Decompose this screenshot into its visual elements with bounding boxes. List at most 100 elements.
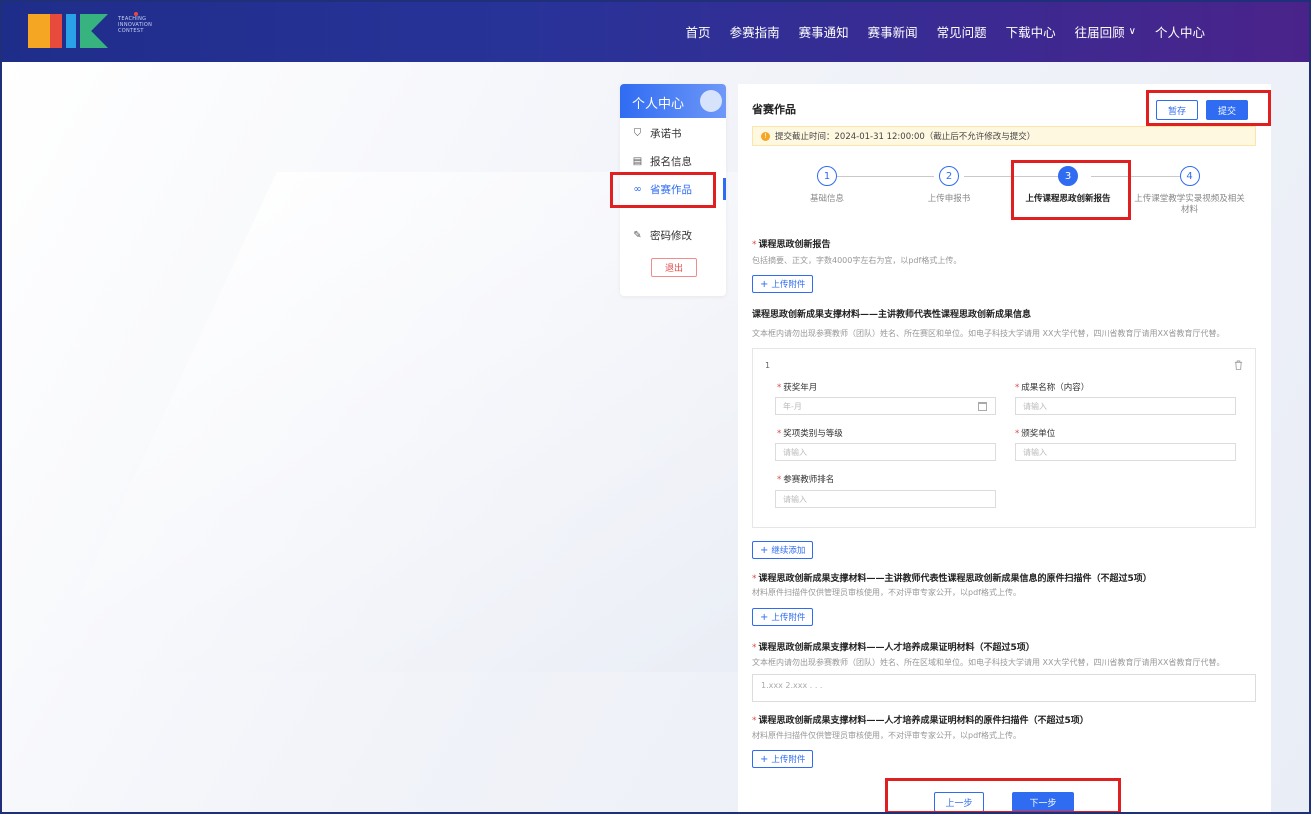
avatar[interactable] [700, 90, 722, 112]
section-innovation-report-desc: 包括摘要、正文，字数4000字左右为宜，以pdf格式上传。 [752, 256, 962, 265]
step-3[interactable]: 3 上传课程思政创新报告 [1013, 166, 1123, 205]
add-more-button[interactable]: + 继续添加 [752, 541, 814, 559]
edit-icon: ✎ [633, 229, 642, 241]
achievement-name-input[interactable]: 请输入 [1015, 397, 1236, 415]
nav-news[interactable]: 赛事新闻 [868, 22, 918, 41]
nav-home[interactable]: 首页 [686, 22, 711, 41]
section-title-text: 课程思政创新成果支撑材料——人才培养成果证明材料的原件扫描件（不超过5项） [758, 716, 1089, 726]
nav-review[interactable]: 往届回顾 ∨ [1075, 22, 1136, 41]
step-number: 1 [817, 166, 837, 186]
upload-report-button[interactable]: + 上传附件 [752, 275, 814, 293]
save-draft-button[interactable]: 暂存 [1156, 100, 1198, 120]
date-placeholder: 年-月 [783, 401, 802, 411]
plus-icon: + [760, 753, 769, 765]
teacher-rank-label: * 参赛教师排名 [777, 473, 834, 485]
notice-text: 提交截止时间：2024-01-31 12:00:00（截止后不允许修改与提交） [775, 132, 1036, 142]
prev-step-button[interactable]: 上一步 [934, 792, 984, 812]
step-number: 2 [939, 166, 959, 186]
logout-button[interactable]: 退出 [651, 258, 697, 277]
sidebar-item-label: 承诺书 [650, 127, 682, 140]
item-index: 1 [765, 361, 771, 370]
required-marker: * [752, 574, 757, 584]
active-indicator [723, 178, 726, 200]
logo-block-orange [28, 14, 50, 48]
upload-talent-scan-button[interactable]: + 上传附件 [752, 750, 814, 768]
nav-guide[interactable]: 参赛指南 [730, 22, 780, 41]
sidebar-item-pledge[interactable]: ⛉ 承诺书 [620, 122, 726, 144]
sidebar-item-label: 密码修改 [650, 229, 692, 242]
issuer-label: * 颁奖单位 [1015, 427, 1055, 439]
nav-faq[interactable]: 常见问题 [937, 22, 987, 41]
sidebar-item-label: 省赛作品 [650, 183, 692, 196]
sidebar-header: 个人中心 [620, 84, 726, 118]
nav-notice[interactable]: 赛事通知 [799, 22, 849, 41]
nav-review-label: 往届回顾 [1074, 24, 1125, 40]
plus-icon: + [760, 544, 769, 556]
section-talent-scan-title: * 课程思政创新成果支撑材料——人才培养成果证明材料的原件扫描件（不超过5项） [752, 713, 1089, 726]
section-title-text: 课程思政创新报告 [758, 240, 831, 250]
plus-icon: + [760, 278, 769, 290]
section-talent-proof-title: * 课程思政创新成果支撑材料——人才培养成果证明材料（不超过5项） [752, 640, 1035, 653]
main-panel: 省赛作品 暂存 提交 ! 提交截止时间：2024-01-31 12:00:00（… [738, 84, 1271, 814]
sidebar-item-registration[interactable]: ▤ 报名信息 [620, 150, 726, 172]
info-icon: ! [761, 131, 770, 141]
deadline-notice: ! 提交截止时间：2024-01-31 12:00:00（截止后不允许修改与提交… [752, 126, 1256, 146]
nav-personal-center[interactable]: 个人中心 [1155, 22, 1205, 41]
logo-block-blue [66, 14, 76, 48]
award-type-label: * 奖项类别与等级 [777, 427, 843, 439]
section-achievement-info-title: 课程思政创新成果支撑材料——主讲教师代表性课程思政创新成果信息 [752, 307, 1031, 320]
nav-downloads[interactable]: 下载中心 [1006, 22, 1056, 41]
calendar-icon [978, 402, 987, 411]
step-number: 3 [1058, 166, 1078, 186]
step-number: 4 [1179, 166, 1200, 186]
step-label: 上传申报书 [927, 194, 971, 204]
required-marker: * [1015, 383, 1020, 393]
section-title-text: 课程思政创新成果支撑材料——主讲教师代表性课程思政创新成果信息 [752, 310, 1032, 320]
required-marker: * [752, 240, 757, 250]
logo-text: TEACHING INNOVATION CONTEST [118, 16, 153, 34]
section-achievement-scan-desc: 材料原件扫描件仅供管理员审核使用，不对评审专家公开，以pdf格式上传。 [752, 588, 1021, 597]
site-logo[interactable]: TEACHING INNOVATION CONTEST [28, 12, 152, 48]
section-achievement-scan-title: * 课程思政创新成果支撑材料——主讲教师代表性课程思政创新成果信息的原件扫描件（不… [752, 571, 1152, 584]
section-innovation-report-title: * 课程思政创新报告 [752, 237, 831, 250]
field-label-text: 获奖年月 [783, 383, 818, 393]
section-title-text: 课程思政创新成果支撑材料——主讲教师代表性课程思政创新成果信息的原件扫描件（不超… [758, 574, 1152, 584]
next-step-button[interactable]: 下一步 [1012, 792, 1074, 812]
step-4[interactable]: 4 上传课堂教学实录视频及相关材料 [1132, 166, 1247, 216]
section-achievement-info-desc: 文本框内请勿出现参赛教师（团队）姓名、所在赛区和单位。如电子科技大学请用 XX大… [752, 329, 1225, 338]
upload-achievement-scan-button[interactable]: + 上传附件 [752, 608, 814, 626]
teacher-rank-input[interactable]: 请输入 [775, 490, 996, 508]
submit-button[interactable]: 提交 [1206, 100, 1248, 120]
upload-label: 上传附件 [771, 613, 806, 623]
award-date-picker[interactable]: 年-月 [775, 397, 996, 415]
required-marker: * [1015, 429, 1020, 439]
field-label-text: 奖项类别与等级 [783, 429, 843, 439]
step-2[interactable]: 2 上传申报书 [894, 166, 1004, 205]
upload-label: 上传附件 [771, 755, 806, 765]
sidebar-item-password[interactable]: ✎ 密码修改 [620, 224, 726, 246]
add-more-label: 继续添加 [771, 546, 806, 556]
sidebar-item-works[interactable]: ∞ 省赛作品 [620, 178, 726, 200]
top-header: TEACHING INNOVATION CONTEST 首页 参赛指南 赛事通知… [0, 0, 1311, 62]
step-label: 上传课堂教学实录视频及相关材料 [1134, 194, 1245, 215]
award-type-input[interactable]: 请输入 [775, 443, 996, 461]
progress-steps: 1 基础信息 2 上传申报书 3 上传课程思政创新报告 4 上传课堂教学实录视频… [752, 166, 1256, 216]
sidebar-title: 个人中心 [632, 97, 685, 112]
main-nav: 首页 参赛指南 赛事通知 赛事新闻 常见问题 下载中心 往届回顾 ∨ 个人中心 [667, 0, 1205, 62]
upload-label: 上传附件 [771, 280, 806, 290]
issuer-input[interactable]: 请输入 [1015, 443, 1236, 461]
field-label-text: 参赛教师排名 [783, 475, 835, 485]
plus-icon: + [760, 611, 769, 623]
required-marker: * [752, 716, 757, 726]
sidebar-item-label: 报名信息 [650, 155, 692, 168]
field-label-text: 颁奖单位 [1021, 429, 1056, 439]
link-icon: ∞ [633, 183, 642, 195]
award-date-label: * 获奖年月 [777, 381, 817, 393]
section-talent-proof-desc: 文本框内请勿出现参赛教师（团队）姓名、所在区域和单位。如电子科技大学请用 XX大… [752, 658, 1225, 667]
required-marker: * [777, 429, 782, 439]
logo-block-green [80, 14, 108, 48]
trash-icon[interactable] [1234, 360, 1243, 370]
achievement-name-label: * 成果名称（内容） [1015, 381, 1089, 393]
talent-proof-textarea[interactable]: 1.xxx 2.xxx . . . [752, 674, 1256, 702]
step-1[interactable]: 1 基础信息 [772, 166, 882, 205]
